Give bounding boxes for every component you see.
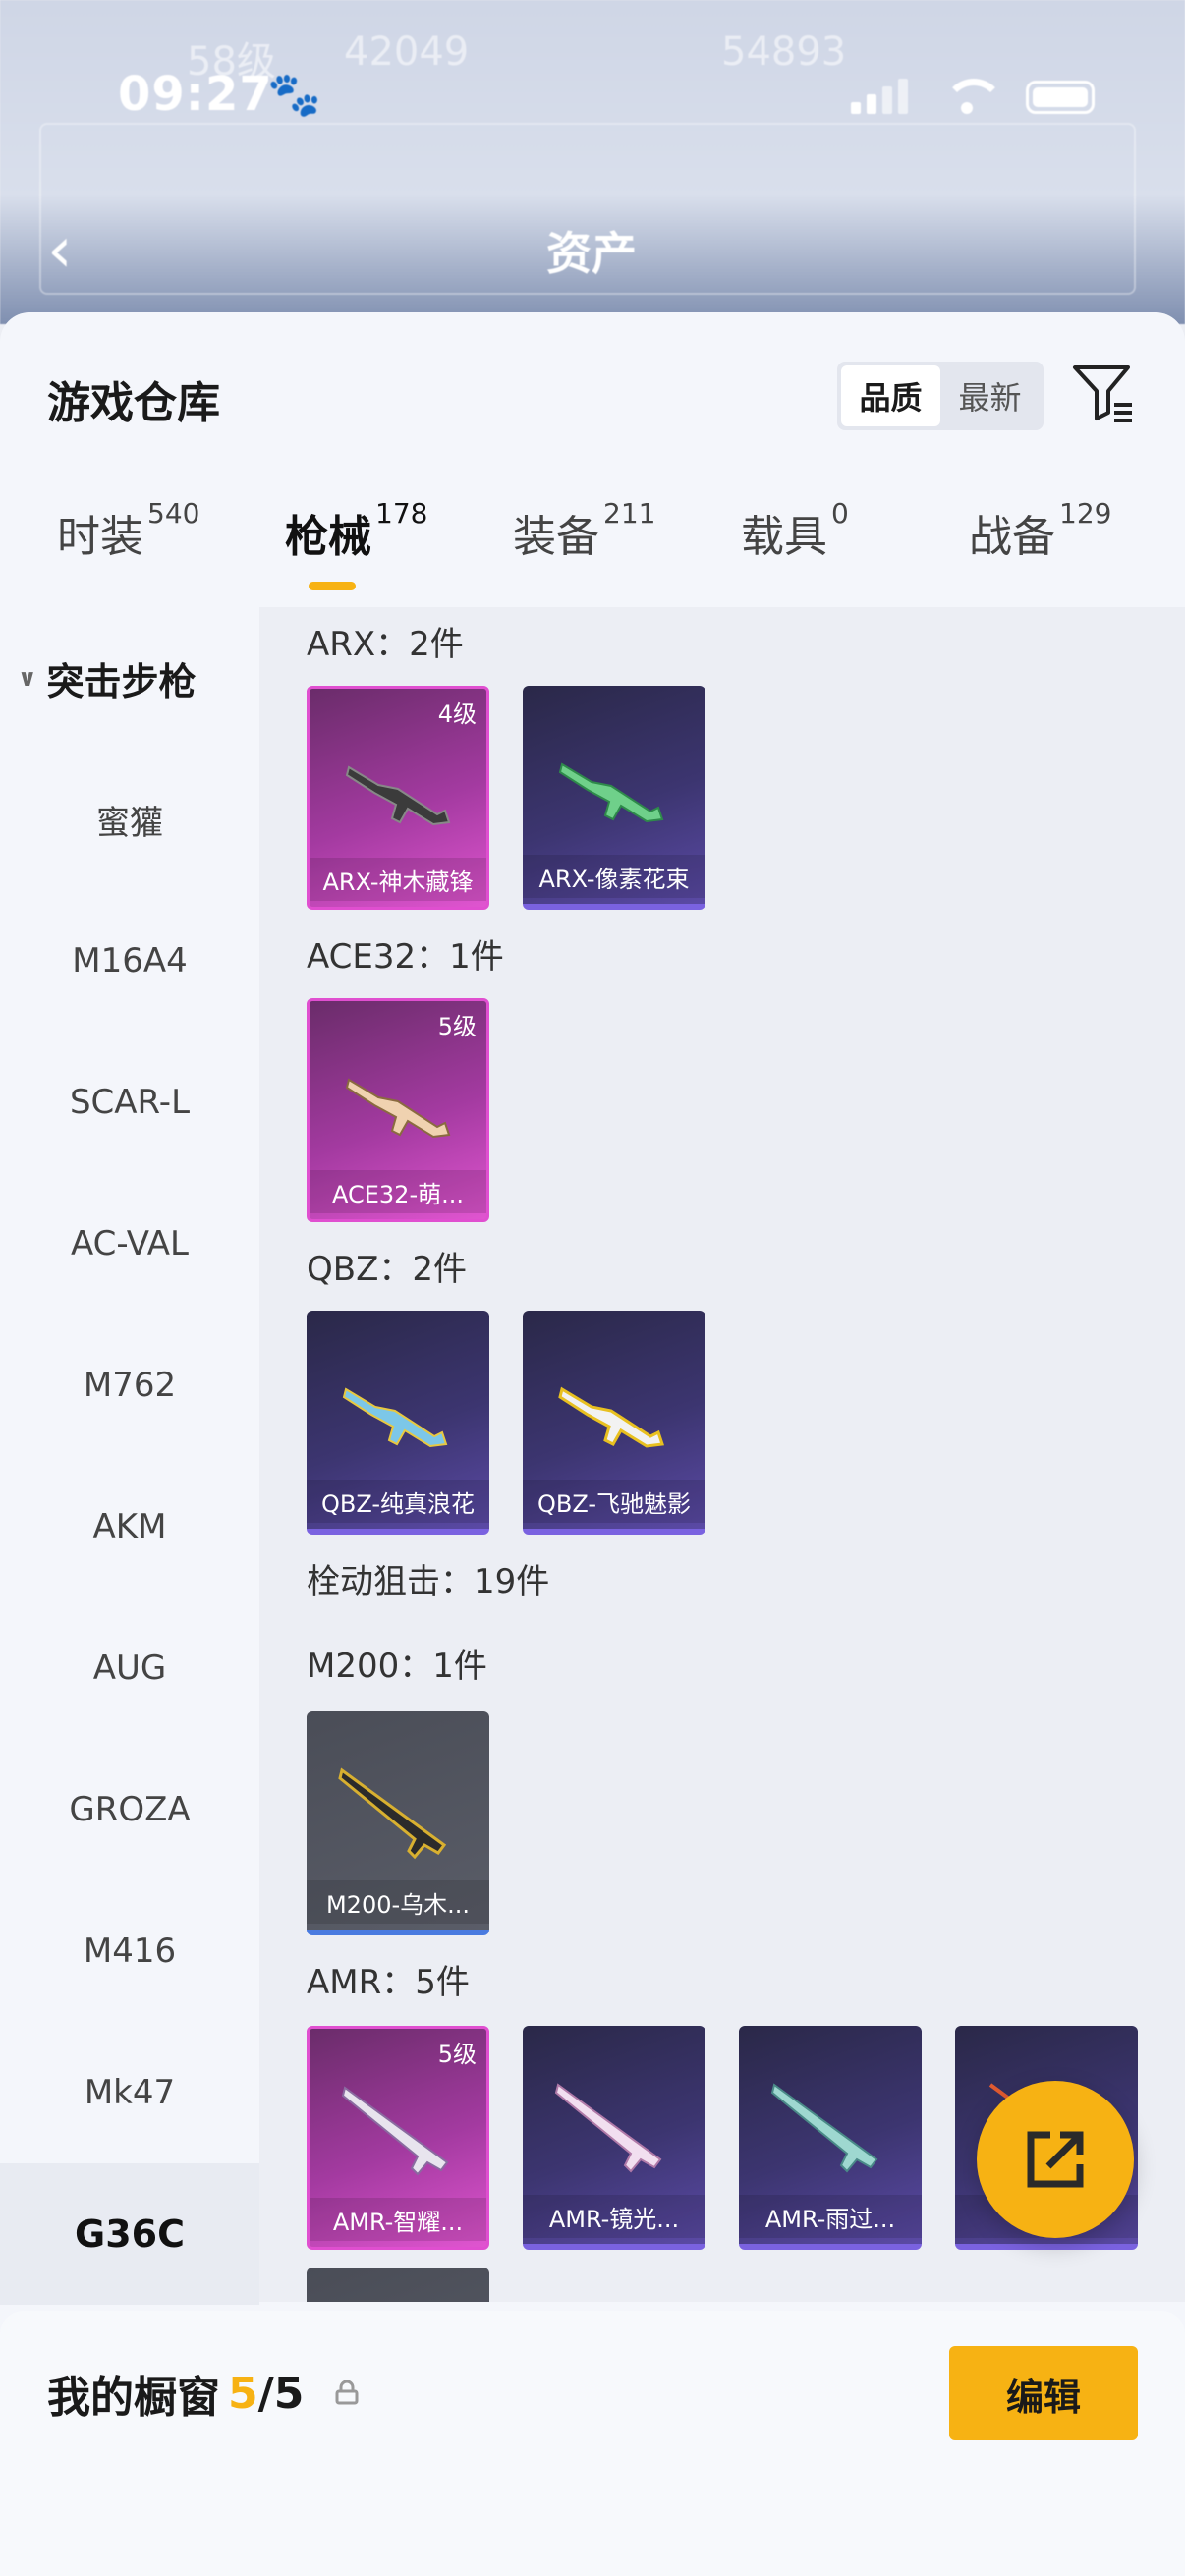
showcase-current: 5: [228, 2368, 258, 2419]
weapon-card[interactable]: M200-乌木...: [307, 1711, 489, 1935]
category-header-assault-rifle[interactable]: ∨ 突击步枪: [18, 607, 197, 749]
showcase-total: 5: [273, 2368, 305, 2419]
weapon-name: AMR-雨过...: [739, 2195, 922, 2238]
weapon-name: M200-乌木...: [307, 1880, 489, 1924]
rifle-icon: [345, 1078, 451, 1139]
background-title: 资产: [546, 227, 637, 280]
tab-count: 211: [603, 497, 656, 530]
category-item[interactable]: AKM: [0, 1456, 259, 1597]
battery-icon: [1026, 81, 1095, 114]
group-title: M200：1件: [307, 1647, 487, 1686]
weapon-name: QBZ-纯真浪花: [307, 1480, 489, 1523]
category-item[interactable]: SCAR-L: [0, 1032, 259, 1173]
category-tabs: 时装 540 枪械 178 装备 211 载具 0 战备 129: [0, 497, 1185, 609]
tab-count: 129: [1059, 497, 1112, 530]
tab-fashion[interactable]: 时装 540: [57, 497, 199, 564]
tab-label: 时装: [57, 512, 143, 562]
sniper-rifle-icon: [338, 1767, 447, 1860]
showcase-separator: /: [257, 2368, 274, 2419]
weapon-name: ARX-神木藏锋: [310, 858, 486, 901]
sniper-rifle-icon: [770, 2083, 878, 2173]
group-title: AMR：5件: [307, 1963, 470, 2002]
tab-label: 战备: [969, 512, 1055, 562]
tab-vehicles[interactable]: 载具 0: [741, 497, 849, 564]
ghost-stat: 42049: [344, 29, 470, 75]
level-badge: 5级: [437, 1013, 477, 1040]
tab-count: 540: [147, 497, 200, 530]
group-title: ARX：2件: [307, 625, 464, 664]
rifle-icon: [558, 762, 664, 823]
category-item[interactable]: M16A4: [0, 890, 259, 1032]
rifle-icon: [345, 765, 451, 826]
category-item[interactable]: GROZA: [0, 1739, 259, 1880]
category-item[interactable]: AC-VAL: [0, 1173, 259, 1315]
weapon-card[interactable]: AMR-雨过...: [739, 2026, 922, 2250]
level-badge: 5级: [437, 2041, 477, 2068]
group-title: ACE32：1件: [307, 937, 504, 977]
weapon-card[interactable]: QBZ-纯真浪花: [307, 1311, 489, 1535]
background-header: 58级 42049 54893 09:27 🐾 ‹ 资产: [0, 0, 1185, 324]
weapon-card[interactable]: ARX-像素花束: [523, 686, 705, 910]
weapon-card[interactable]: AMR-镜光...: [523, 2026, 705, 2250]
group-title: QBZ：2件: [307, 1250, 468, 1289]
lock-icon[interactable]: [333, 2380, 361, 2407]
weapon-category-list: ∨ 突击步枪 蜜獾 M16A4 SCAR-L AC-VAL M762 AKM A…: [0, 607, 259, 2305]
weapon-name: ARX-像素花束: [523, 855, 705, 898]
category-item[interactable]: AUG: [0, 1597, 259, 1739]
showcase-label: 我的橱窗: [47, 2373, 220, 2423]
tab-count: 0: [831, 497, 849, 530]
category-item-selected[interactable]: G36C: [0, 2163, 259, 2305]
tab-gear[interactable]: 战备 129: [969, 497, 1111, 564]
wifi-icon: [943, 79, 1004, 114]
weapon-name: QBZ-飞驰魅影: [523, 1480, 705, 1523]
weapon-card[interactable]: 4级 ARX-神木藏锋: [307, 686, 489, 910]
sort-latest-button[interactable]: 最新: [940, 365, 1040, 426]
status-icons: [851, 79, 1095, 114]
sheet-title: 游戏仓库: [47, 378, 220, 428]
weapon-name: AMR-镜光...: [523, 2195, 705, 2238]
edit-button[interactable]: 编辑: [949, 2346, 1138, 2440]
weapon-card[interactable]: 5级 AMR-智耀...: [307, 2026, 489, 2250]
tab-count: 178: [375, 497, 428, 530]
active-tab-indicator: [309, 582, 356, 590]
weapon-card[interactable]: QBZ-飞驰魅影: [523, 1311, 705, 1535]
weapon-name: ACE32-萌...: [310, 1170, 486, 1213]
tab-label: 载具: [741, 512, 827, 562]
paw-icon: 🐾: [267, 70, 321, 120]
weapon-grid: ARX：2件 4级 ARX-神木藏锋 ARX-像素花束 ACE32：1件 5级 …: [259, 607, 1185, 2302]
status-time: 09:27: [118, 67, 273, 122]
share-button[interactable]: [977, 2081, 1134, 2238]
weapon-name: AMR-智耀...: [310, 2198, 486, 2241]
category-item[interactable]: 蜜獾: [0, 749, 259, 890]
tab-label: 装备: [513, 512, 599, 562]
tab-label: 枪械: [285, 512, 371, 562]
sort-toggle: 品质 最新: [837, 362, 1044, 430]
ghost-stat-2: 54893: [721, 29, 847, 75]
signal-icon: [851, 79, 908, 114]
filter-icon[interactable]: [1071, 360, 1136, 424]
group-title: 栓动狙击：19件: [307, 1562, 550, 1601]
category-item[interactable]: Mk47: [0, 2022, 259, 2163]
warehouse-sheet: 游戏仓库 品质 最新 时装 540 枪械 178 装备 211 载具 0 战备 …: [0, 312, 1185, 2576]
category-item[interactable]: M416: [0, 1880, 259, 2022]
sniper-rifle-icon: [341, 2086, 449, 2176]
category-header-label: 突击步枪: [46, 659, 197, 703]
showcase-label-group: 我的橱窗 5 / 5: [47, 2362, 361, 2425]
tab-equipment[interactable]: 装备 211: [513, 497, 655, 564]
rifle-icon: [558, 1386, 665, 1448]
weapon-card[interactable]: [307, 2268, 489, 2302]
level-badge: 4级: [437, 700, 477, 728]
weapon-card[interactable]: 5级 ACE32-萌...: [307, 998, 489, 1222]
tab-guns[interactable]: 枪械 178: [285, 497, 427, 564]
sort-quality-button[interactable]: 品质: [841, 365, 940, 426]
category-item[interactable]: M762: [0, 1315, 259, 1456]
external-link-icon: [1027, 2131, 1084, 2188]
chevron-down-icon: ∨: [18, 664, 37, 692]
sniper-rifle-icon: [554, 2083, 662, 2173]
rifle-icon: [342, 1387, 448, 1448]
showcase-bar: 我的橱窗 5 / 5 编辑: [0, 2311, 1185, 2576]
back-arrow-icon[interactable]: ‹: [47, 214, 73, 287]
